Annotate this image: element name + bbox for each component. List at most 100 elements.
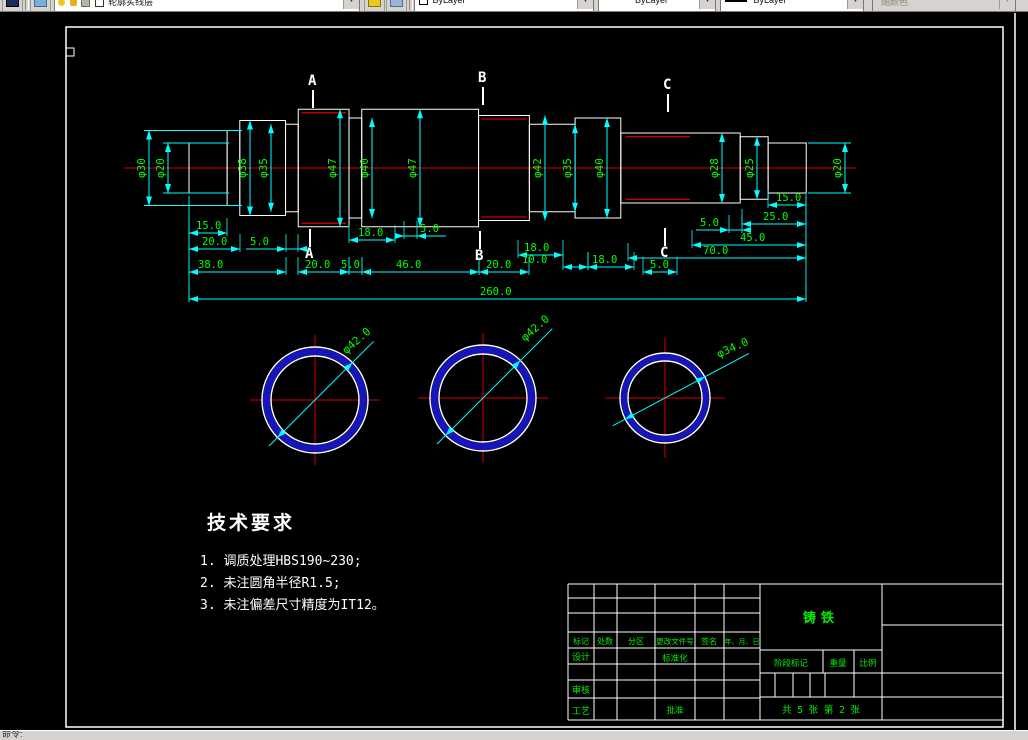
- dimension-label: 20.0: [486, 259, 511, 271]
- cad-drawing: φ30 φ20 φ38 φ35 φ47 φ40 φ47 φ42 φ35 φ40 φ28 φ25 φ20 1…: [65, 13, 1016, 730]
- layer-current-icon: [368, 0, 381, 7]
- layer-freeze-sun-icon[interactable]: [69, 0, 77, 7]
- dim-arrow: [842, 143, 848, 152]
- dim-arrow: [247, 120, 253, 130]
- diameter-label: φ40: [358, 158, 371, 178]
- layer-on-bulb-icon[interactable]: [58, 0, 65, 7]
- dimension-label: 70.0: [703, 245, 728, 257]
- title-cell-standardization: 标准化: [662, 653, 688, 664]
- layer-color-swatch: [94, 0, 104, 8]
- title-material: 铸铁: [803, 610, 839, 626]
- dimension-label: 10.0: [522, 254, 547, 266]
- rect: [65, 47, 75, 57]
- tech-req-line: 3. 未注偏差尺寸精度为IT12。: [200, 597, 385, 613]
- make-object-layer-current-button[interactable]: [364, 0, 385, 11]
- title-header-cell: 年、月、日: [725, 637, 760, 646]
- title-sheet-note: 共 5 张 第 2 张: [782, 704, 861, 716]
- cross-section-circles: φ42.0 φ42.0 φ34.0: [250, 312, 750, 465]
- title-header-cell: 签名: [701, 636, 717, 646]
- diameter-label: φ30: [135, 158, 148, 178]
- section-letter: B: [475, 248, 483, 264]
- dim-arrow: [572, 124, 578, 134]
- dimension-label: 5.0: [420, 223, 439, 235]
- dimension-label: 5.0: [250, 236, 269, 248]
- title-cell-scale: 比例: [859, 658, 876, 669]
- diameter-label: φ25: [743, 158, 756, 178]
- dim-arrow: [797, 221, 806, 227]
- diameter-label: φ28: [708, 158, 721, 178]
- layer-dropdown[interactable]: 轮廓实线层 ▼: [54, 0, 360, 11]
- color-dropdown[interactable]: ByLayer ▼: [414, 0, 594, 11]
- dim-arrow: [554, 252, 563, 258]
- app-icon-button[interactable]: [2, 0, 23, 11]
- dim-arrow: [842, 184, 848, 193]
- dim-arrow: [369, 118, 375, 127]
- dimension-label: 46.0: [396, 259, 421, 271]
- dim-arrow: [268, 202, 274, 212]
- chevron-down-icon[interactable]: ▼: [577, 0, 593, 9]
- dim-arrow: [165, 143, 171, 152]
- dim-arrow: [563, 264, 572, 270]
- section-diameter-label: φ42.0: [340, 325, 374, 357]
- dimension-label: 260.0: [480, 286, 512, 298]
- dim-arrow: [189, 296, 198, 302]
- lineweight-dropdown[interactable]: ByLayer ▼: [720, 0, 864, 11]
- current-linetype: ByLayer: [635, 0, 669, 5]
- title-cell-weight: 重量: [829, 658, 847, 669]
- layer-lock-icon[interactable]: [81, 0, 91, 8]
- title-cell-approve: 批准: [666, 705, 684, 716]
- dim-arrow: [146, 130, 152, 140]
- command-prompt-text: 命令:: [2, 730, 23, 739]
- dim-arrow: [719, 194, 725, 203]
- dimension-label: 15.0: [196, 220, 221, 232]
- layer-manager-button[interactable]: [30, 0, 51, 11]
- dim-arrow: [572, 202, 578, 212]
- model-space-canvas[interactable]: φ30 φ20 φ38 φ35 φ47 φ40 φ47 φ42 φ35 φ40 φ28 φ25 φ20 1…: [0, 12, 1028, 731]
- chevron-down-icon: ▼: [999, 0, 1015, 9]
- dim-arrow: [165, 184, 171, 193]
- diameter-label: φ20: [154, 158, 167, 178]
- tech-req-title: 技术要求: [207, 511, 295, 534]
- application-window: 轮廓实线层 ▼ ByLayer ▼ ByLayer ▼ ByLayer ▼ 随颜…: [0, 0, 1028, 740]
- toolbar-separator: [25, 0, 29, 10]
- linetype-dropdown[interactable]: ByLayer ▼: [598, 0, 716, 11]
- current-color: ByLayer: [432, 0, 466, 5]
- title-cell-process: 工艺: [572, 706, 590, 717]
- title-cell-audit: 审核: [572, 684, 590, 696]
- chevron-down-icon[interactable]: ▼: [847, 0, 863, 9]
- diameter-label: φ20: [831, 158, 844, 178]
- title-cell-design: 设计: [572, 651, 590, 663]
- layer-previous-button[interactable]: [386, 0, 407, 11]
- dim-arrow: [386, 237, 395, 243]
- lineweight-preview-icon: [725, 0, 747, 2]
- chevron-down-icon[interactable]: ▼: [343, 0, 359, 9]
- section-diameter-label: φ42.0: [518, 312, 552, 344]
- dimension-label: 20.0: [202, 236, 227, 248]
- diameter-label: φ40: [593, 158, 606, 178]
- section-diameter-label: φ34.0: [715, 335, 751, 360]
- title-header-cell: 处数: [597, 636, 613, 646]
- current-lineweight: ByLayer: [753, 0, 787, 5]
- dim-arrow: [268, 124, 274, 134]
- monitor-icon: [6, 0, 19, 7]
- dim-arrow: [277, 246, 286, 252]
- tech-req-line: 2. 未注圆角半径R1.5;: [200, 576, 341, 591]
- dim-arrow: [720, 227, 729, 233]
- dim-arrow: [362, 269, 371, 275]
- linear-dimensions: 15.020.0 5.038.0 20.0 5.0 46.0 20.018.0 5.018.…: [188, 190, 807, 302]
- title-header-cell: 分区: [628, 637, 644, 646]
- dimension-label: 5.0: [341, 259, 360, 271]
- toolbar-separator: [409, 0, 413, 10]
- chevron-down-icon[interactable]: ▼: [699, 0, 715, 9]
- dimension-label: 38.0: [198, 259, 223, 271]
- section-letter: C: [663, 77, 671, 93]
- dim-arrow: [247, 206, 253, 216]
- dim-arrow: [797, 255, 806, 261]
- section-letter: C: [660, 245, 668, 261]
- command-line-bar[interactable]: 命令:: [0, 730, 1028, 740]
- dim-arrow: [628, 255, 637, 261]
- dim-arrow: [604, 118, 610, 127]
- title-header-cell: 更改文件号: [656, 636, 694, 646]
- dimension-label: 15.0: [776, 192, 801, 204]
- dim-arrow: [625, 264, 634, 270]
